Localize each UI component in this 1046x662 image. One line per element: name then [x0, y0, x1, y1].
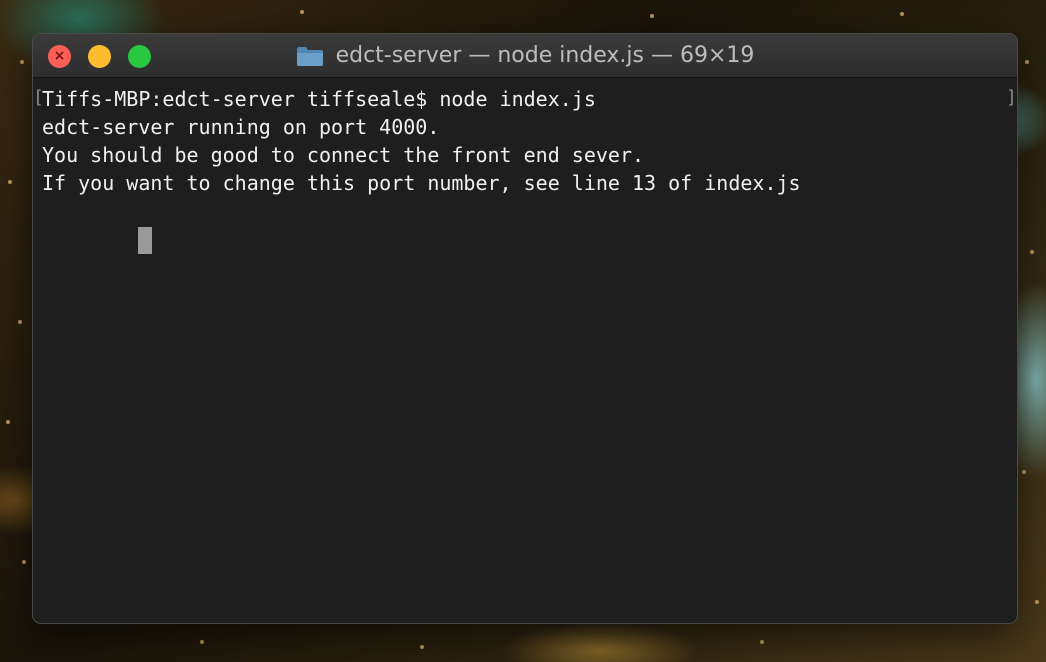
- terminal-window: × edct-server — node index.js — 69×19 [ …: [33, 34, 1017, 623]
- folder-icon: [296, 46, 323, 66]
- terminal-line: You should be good to connect the front …: [42, 143, 645, 167]
- scroll-mark-right: ]: [1006, 87, 1017, 108]
- title-bar[interactable]: × edct-server — node index.js — 69×19: [33, 34, 1017, 78]
- terminal-content[interactable]: [ ] Tiffs-MBP:edct-server tiffseale$ nod…: [33, 78, 1017, 623]
- window-title: edct-server — node index.js — 69×19: [33, 34, 1017, 77]
- terminal-line: If you want to change this port number, …: [42, 171, 801, 195]
- terminal-output: Tiffs-MBP:edct-server tiffseale$ node in…: [42, 85, 801, 254]
- terminal-cursor: [138, 227, 153, 254]
- cursor-line: [42, 197, 801, 254]
- terminal-line: Tiffs-MBP:edct-server tiffseale$ node in…: [42, 87, 596, 111]
- window-title-text: edct-server — node index.js — 69×19: [335, 43, 755, 68]
- terminal-line: edct-server running on port 4000.: [42, 115, 440, 139]
